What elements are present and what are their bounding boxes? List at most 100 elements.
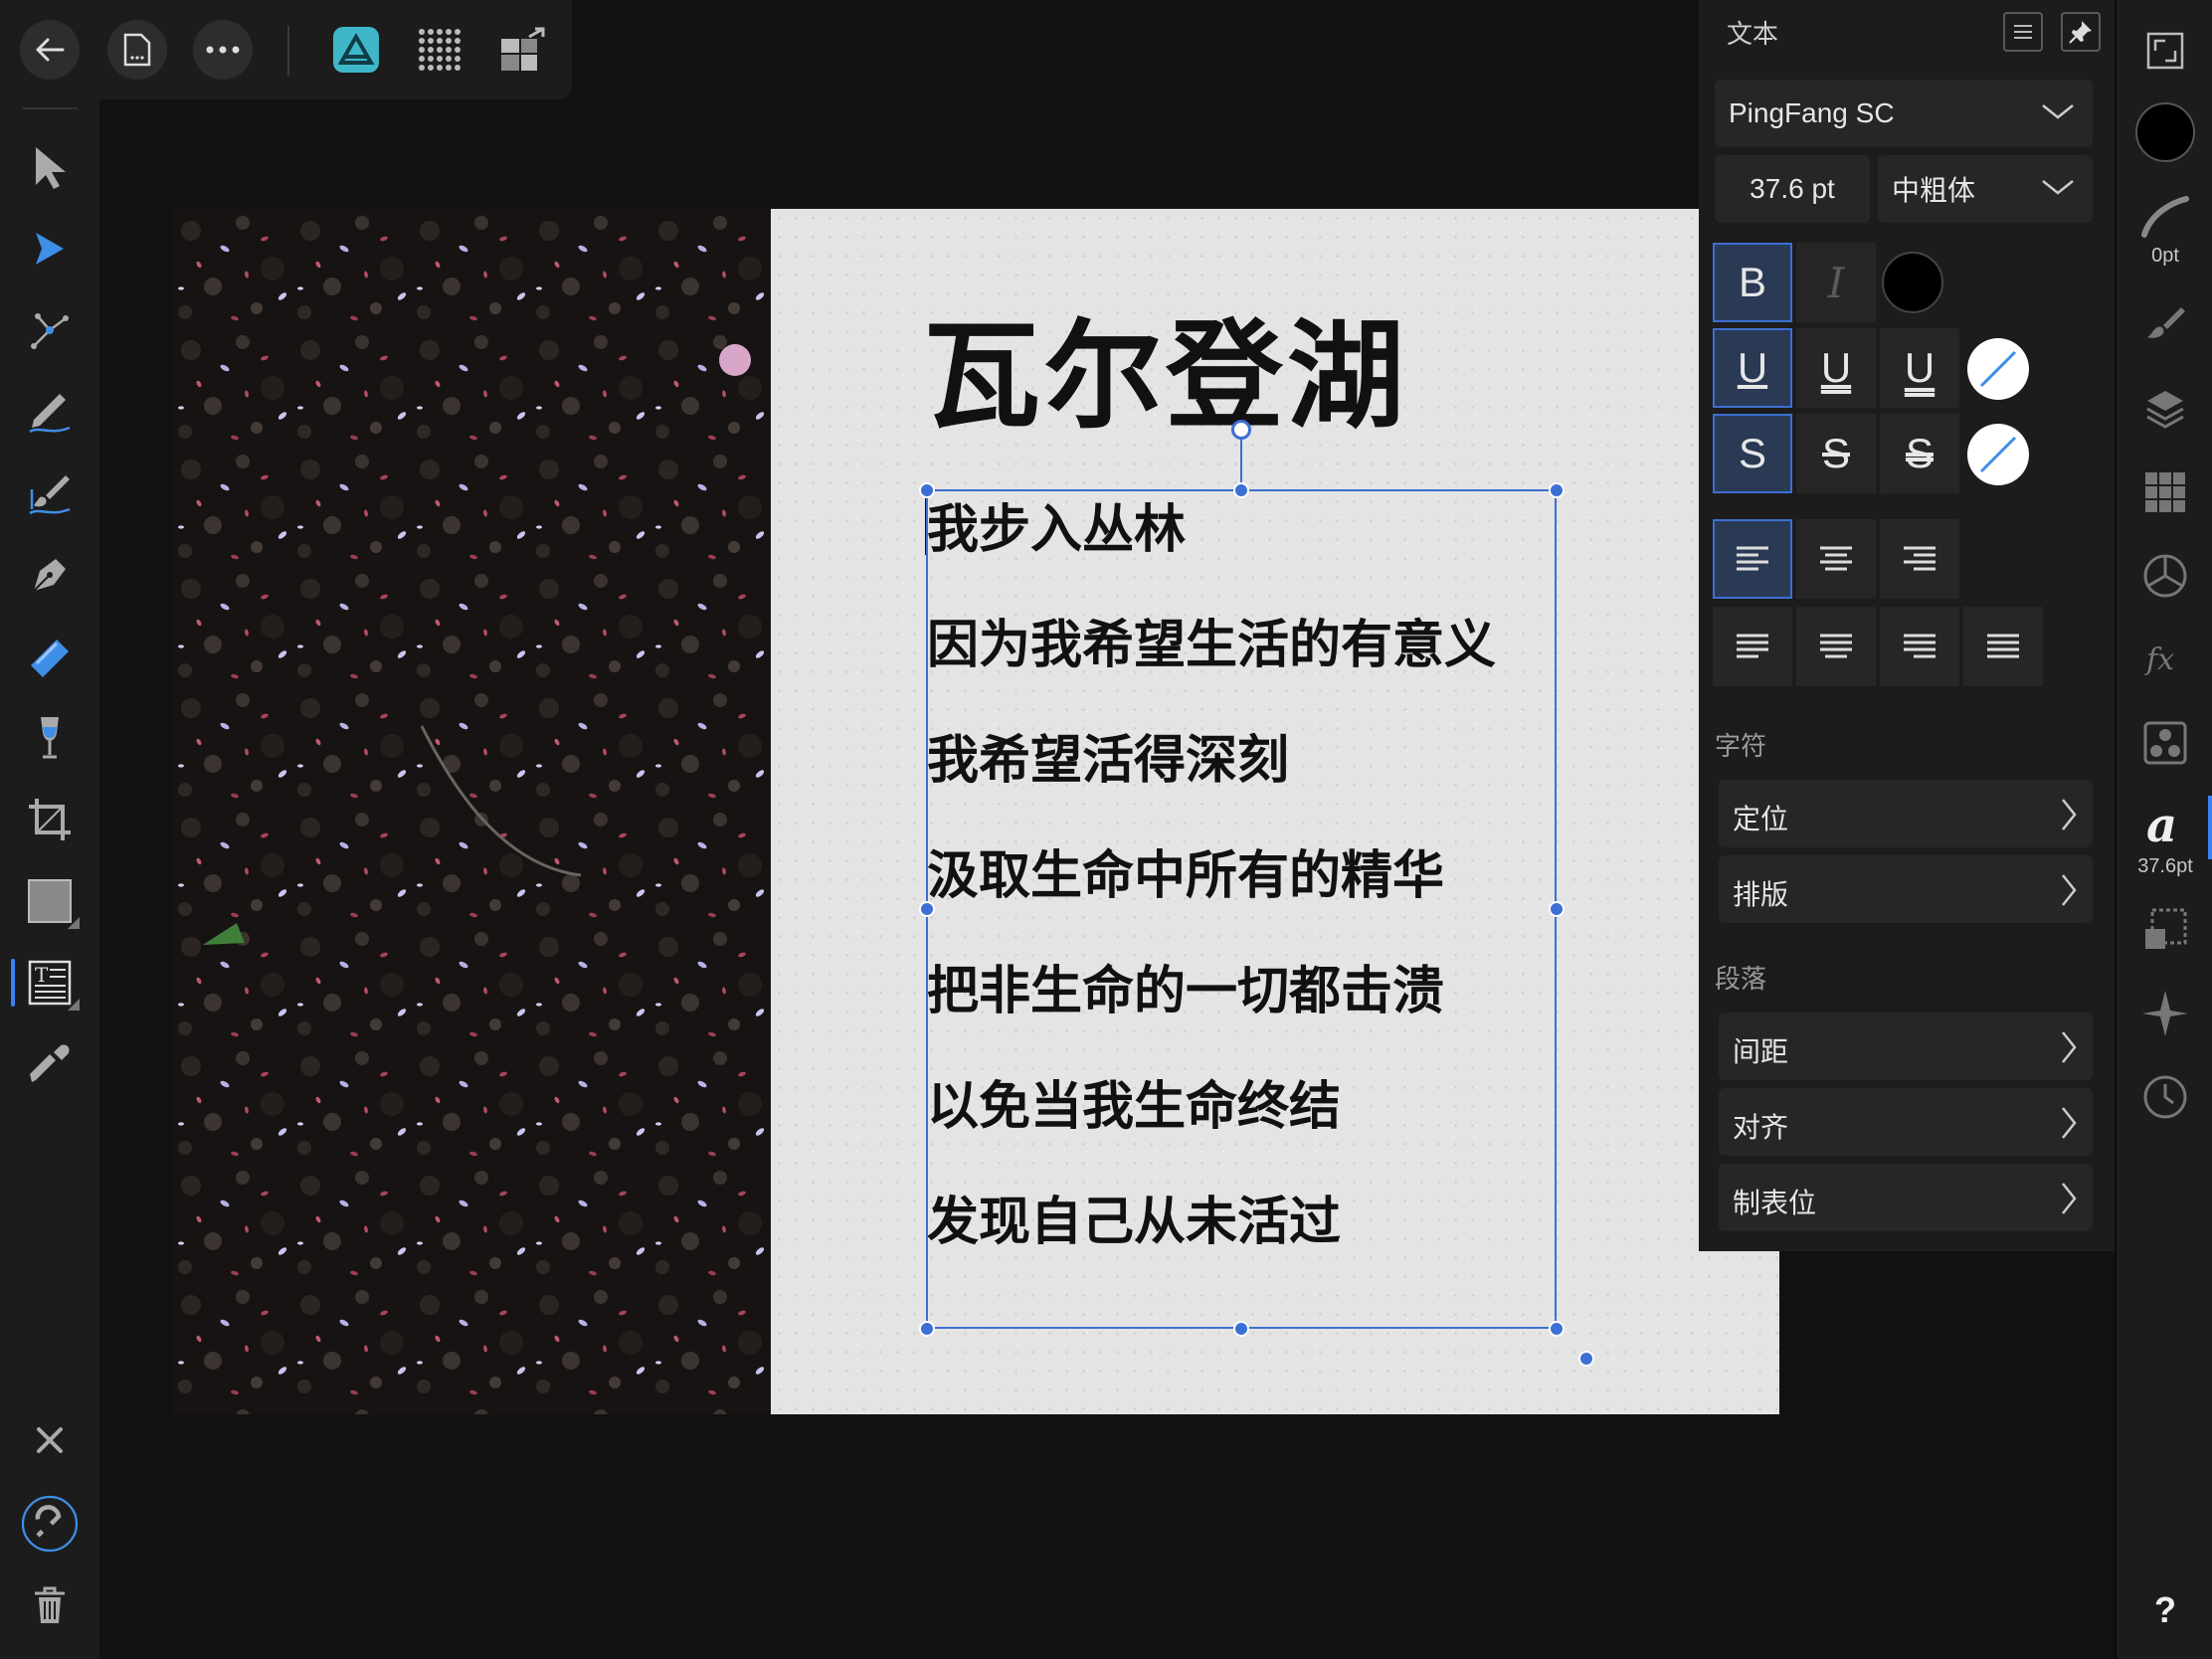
artistic-text-tool[interactable]: T [11,953,80,1013]
row-label: 制表位 [1733,1187,1817,1219]
color-studio-button[interactable] [2134,101,2196,163]
resize-handle-bottom-right[interactable] [1549,1321,1565,1337]
underline-color-swatch[interactable] [1967,338,2029,400]
photo-texture [173,209,771,1414]
strike-color-swatch[interactable] [1967,424,2029,485]
italic-button[interactable]: I [1796,243,1876,322]
pixel-persona-icon [419,29,461,71]
justify-right-button[interactable] [1880,607,1959,686]
strike-none-button[interactable]: S [1713,414,1792,493]
strike-single-button[interactable]: S [1796,414,1876,493]
color-swatch-icon [2135,102,2195,162]
history-studio-button[interactable] [2134,1066,2196,1128]
fill-tool[interactable] [20,627,80,686]
text-overflow-handle[interactable] [1578,1351,1594,1367]
justify-all-button[interactable] [1963,607,2043,686]
vector-brush-icon [29,475,71,515]
point-transform-tool[interactable] [20,300,80,360]
positioning-row[interactable]: 定位 [1719,780,2093,847]
font-family-select[interactable]: PingFang SC [1715,80,2093,147]
row-label: 排版 [1733,878,1789,911]
delete-button[interactable] [20,1575,80,1635]
panel-menu-button[interactable] [2003,12,2043,52]
document-button[interactable] [107,20,167,80]
document-icon [123,33,151,67]
pen-tool[interactable] [20,545,80,605]
text-frame-selection[interactable] [926,489,1557,1329]
bold-button[interactable]: B [1713,243,1792,322]
node-tool[interactable] [20,219,80,278]
pin-panel-button[interactable] [2061,12,2101,52]
svg-text:a: a [2146,802,2177,851]
align-left-button[interactable] [1713,519,1792,599]
font-size-field[interactable]: 37.6 pt [1715,155,1870,223]
navigator-button[interactable] [2134,20,2196,82]
underline-double-button[interactable]: U [1796,328,1876,408]
pen-nib-icon [33,559,66,592]
soil-petals-photo[interactable] [173,209,771,1414]
alignment-row[interactable]: 对齐 [1719,1088,2093,1156]
tab-stops-row[interactable]: 制表位 [1719,1164,2093,1231]
eyedropper-icon [30,1044,70,1082]
row-label: 定位 [1733,803,1789,835]
pencil-tool[interactable] [20,382,80,442]
rotation-handle[interactable] [1231,420,1251,440]
snapping-studio-button[interactable] [2134,983,2196,1044]
vector-brush-tool[interactable] [20,463,80,523]
justify-left-button[interactable] [1713,607,1792,686]
text-styles-studio-button[interactable]: a [2134,796,2196,857]
align-right-button[interactable] [1880,519,1959,599]
typography-row[interactable]: 排版 [1719,855,2093,923]
justify-all-icon [1987,634,2019,658]
spacing-row[interactable]: 间距 [1719,1013,2093,1080]
more-icon [206,46,240,54]
brushes-studio-button[interactable] [2134,294,2196,356]
back-button[interactable] [20,20,80,80]
rectangle-tool[interactable] [20,871,80,931]
resize-handle-left[interactable] [919,901,935,917]
tool-flyout-indicator [68,917,80,929]
pin-icon [2069,21,2092,44]
underline-single-button[interactable]: U [1713,328,1792,408]
cancel-button[interactable] [20,1410,80,1470]
color-picker-tool[interactable] [20,1034,80,1094]
layers-studio-button[interactable] [2134,378,2196,440]
justify-center-button[interactable] [1796,607,1876,686]
wine-glass-icon [41,717,59,759]
resize-handle-top-left[interactable] [919,482,935,498]
appearance-studio-button[interactable] [2134,545,2196,607]
strike-label: S [1738,430,1766,476]
font-size-badge: 37.6pt [2137,855,2193,877]
transparency-tool[interactable] [20,708,80,768]
crop-icon [29,799,71,840]
snapping-button[interactable] [20,1494,80,1554]
effects-studio-button[interactable]: fx [2134,629,2196,690]
strike-double-button[interactable]: S [1880,414,1959,493]
designer-persona-button[interactable] [326,20,386,80]
resize-handle-top[interactable] [1233,482,1249,498]
align-center-button[interactable] [1796,519,1876,599]
resize-handle-right[interactable] [1549,901,1565,917]
font-weight-select[interactable]: 中粗体 [1878,155,2093,223]
resize-handle-bottom[interactable] [1233,1321,1249,1337]
transform-studio-button[interactable] [2134,899,2196,961]
help-button[interactable]: ? [2134,1579,2196,1641]
panel-title: 文本 [1727,20,1779,50]
chevron-down-icon [2042,180,2074,195]
resize-handle-bottom-left[interactable] [919,1321,935,1337]
move-tool[interactable] [20,137,80,197]
underline-triple-button[interactable]: U [1880,328,1959,408]
more-button[interactable] [193,20,253,80]
resize-handle-top-right[interactable] [1549,482,1565,498]
export-persona-button[interactable] [493,20,553,80]
tool-flyout-indicator [68,999,80,1011]
stroke-icon [2141,196,2189,238]
crop-tool[interactable] [20,790,80,849]
poem-title[interactable]: 瓦尔登湖 [923,280,1408,451]
stroke-studio-button[interactable] [2134,187,2196,249]
styles-studio-button[interactable] [2134,712,2196,774]
swatches-studio-button[interactable] [2134,461,2196,523]
pixel-persona-button[interactable] [410,20,469,80]
svg-text:T: T [35,963,49,987]
text-fill-color-swatch[interactable] [1882,252,1943,313]
